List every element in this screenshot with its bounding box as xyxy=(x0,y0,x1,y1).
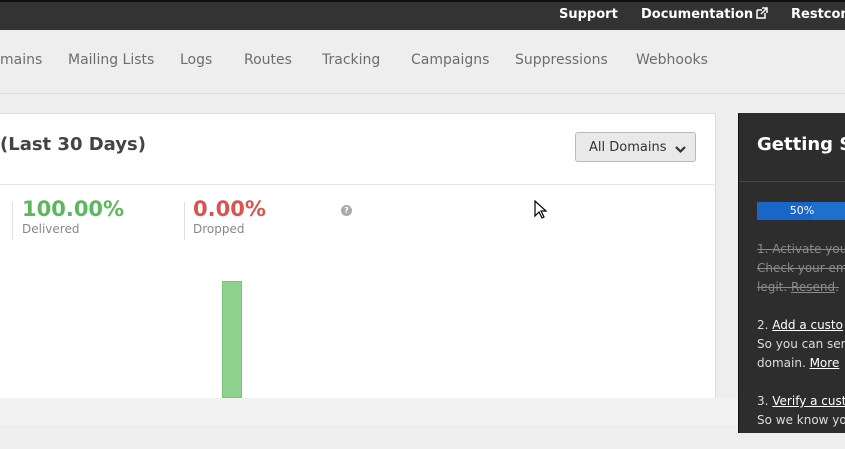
support-link[interactable]: Support xyxy=(559,7,618,22)
dropped-label: Dropped xyxy=(193,222,245,236)
getting-started-title: Getting St xyxy=(757,134,845,155)
chart-bar xyxy=(222,281,242,398)
step-1-text: 1. Activate you xyxy=(757,242,845,256)
step-1-period: . xyxy=(835,280,839,294)
step-activate: 1. Activate you Check your em legit. Res… xyxy=(757,240,845,297)
panel-divider xyxy=(739,181,845,182)
documentation-label: Documentation xyxy=(641,7,754,22)
step-2-line-2: So you can ser xyxy=(757,337,845,351)
more-link[interactable]: More xyxy=(810,356,840,370)
delivered-value: 100.00% xyxy=(22,197,125,221)
top-bar: Support Documentation Restcom xyxy=(0,0,845,30)
dropped-value: 0.00% xyxy=(193,197,266,221)
step-1-line-3: legit. xyxy=(757,280,792,294)
stats-card: (Last 30 Days) All Domains xyxy=(0,113,716,403)
step-verify-domain: 3. Verify a cust So we know yo xyxy=(757,392,845,430)
nav-tracking[interactable]: Tracking xyxy=(322,52,380,68)
progress-label: 50% xyxy=(789,204,815,217)
domain-filter-label: All Domains xyxy=(589,139,667,155)
nav-webhooks[interactable]: Webhooks xyxy=(636,52,708,68)
nav-routes[interactable]: Routes xyxy=(244,52,292,68)
stats-card-header: (Last 30 Days) All Domains xyxy=(0,114,715,185)
steps-list: 1. Activate you Check your em legit. Res… xyxy=(757,240,845,449)
progress-bar: 50% xyxy=(757,202,845,220)
nav-campaigns[interactable]: Campaigns xyxy=(411,52,489,68)
resend-link[interactable]: Resend xyxy=(791,280,835,294)
mouse-cursor-icon xyxy=(534,199,548,224)
external-link-icon xyxy=(756,7,768,23)
restcom-link[interactable]: Restcom xyxy=(791,7,845,22)
metric-divider xyxy=(12,202,13,240)
nav-domains[interactable]: mains xyxy=(0,52,42,68)
page-background xyxy=(0,398,738,425)
getting-started-panel: Getting St 50% 1. Activate you Check you… xyxy=(738,113,845,433)
delivered-label: Delivered xyxy=(22,222,80,236)
step-2-line-3: domain. xyxy=(757,356,810,370)
domain-filter-dropdown[interactable]: All Domains xyxy=(575,132,696,162)
add-domain-link[interactable]: Add a custo xyxy=(772,318,843,332)
nav-mailing-lists[interactable]: Mailing Lists xyxy=(68,52,154,68)
step-add-domain: 2. Add a custo So you can ser domain. Mo… xyxy=(757,316,845,373)
metric-divider xyxy=(184,202,185,240)
stats-title: (Last 30 Days) xyxy=(0,134,146,155)
verify-domain-link[interactable]: Verify a cust xyxy=(772,394,845,408)
nav-logs[interactable]: Logs xyxy=(180,52,212,68)
step-1-line-2: Check your em xyxy=(757,261,845,275)
help-icon[interactable]: ? xyxy=(341,205,352,216)
chevron-down-icon xyxy=(675,143,686,158)
nav-suppressions[interactable]: Suppressions xyxy=(515,52,608,68)
step-3-number: 3. xyxy=(757,394,773,408)
main-nav: mains Mailing Lists Logs Routes Tracking… xyxy=(0,30,845,94)
documentation-link[interactable]: Documentation xyxy=(641,7,768,23)
step-2-number: 2. xyxy=(757,318,773,332)
